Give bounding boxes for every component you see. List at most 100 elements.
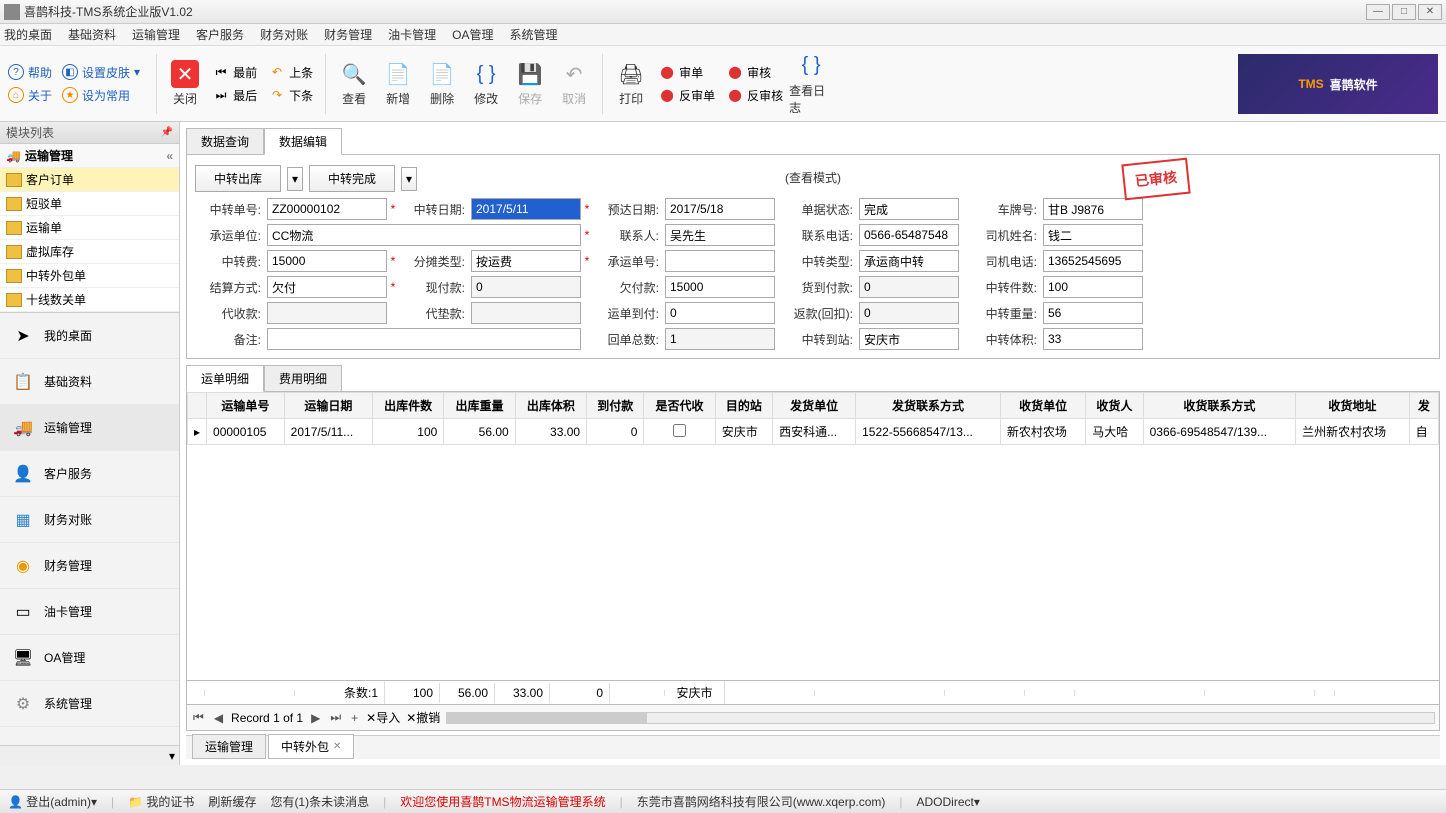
- detail-grid[interactable]: 运输单号运输日期出库件数出库重量出库体积到付款是否代收目的站发货单位发货联系方式…: [186, 391, 1440, 681]
- menu-item[interactable]: 运输管理: [132, 26, 180, 43]
- carrier-input[interactable]: [267, 224, 581, 246]
- sidebar-cat[interactable]: ➤我的桌面: [0, 313, 179, 359]
- reapprove-button[interactable]: ⬤反审核: [727, 87, 783, 104]
- sidebar-item[interactable]: 十线数关单: [0, 288, 179, 312]
- zstation-input[interactable]: [859, 328, 959, 350]
- col-header[interactable]: 收货单位: [1000, 393, 1085, 419]
- alloc-input[interactable]: [471, 250, 581, 272]
- col-header[interactable]: 发货联系方式: [856, 393, 1001, 419]
- import-button[interactable]: ✕导入: [366, 709, 400, 726]
- nav-next-icon[interactable]: ▶: [309, 711, 322, 725]
- col-header[interactable]: 出库件数: [372, 393, 443, 419]
- print-button[interactable]: 🖨打印: [609, 52, 653, 116]
- about-link[interactable]: ⌂关于: [8, 87, 52, 104]
- zvol-input[interactable]: [1043, 328, 1143, 350]
- setdefault-link[interactable]: ★设为常用: [62, 87, 140, 104]
- col-header[interactable]: 是否代收: [644, 393, 715, 419]
- pin-icon[interactable]: 📌: [161, 127, 173, 138]
- col-header[interactable]: 收货联系方式: [1143, 393, 1296, 419]
- tab-fee-detail[interactable]: 费用明细: [264, 365, 342, 392]
- col-header[interactable]: 发货单位: [773, 393, 856, 419]
- delete-button[interactable]: 📄删除: [420, 52, 464, 116]
- col-header[interactable]: 出库重量: [444, 393, 515, 419]
- credit-input[interactable]: [665, 276, 775, 298]
- chevron-down-icon[interactable]: ▾: [169, 749, 175, 763]
- sidebar-item[interactable]: 虚拟库存: [0, 240, 179, 264]
- audit-button[interactable]: ⬤审单: [659, 64, 715, 81]
- next-button[interactable]: ↷下条: [269, 87, 313, 104]
- add-button[interactable]: 📄新增: [376, 52, 420, 116]
- sidebar-cat[interactable]: ⚙系统管理: [0, 681, 179, 727]
- nav-add-icon[interactable]: +: [349, 711, 360, 725]
- refresh-link[interactable]: 刷新缓存: [208, 793, 256, 810]
- menu-item[interactable]: 财务管理: [324, 26, 372, 43]
- bottom-tab[interactable]: 中转外包✕: [268, 734, 354, 759]
- logout-link[interactable]: 👤 登出(admin)▾: [8, 793, 97, 810]
- transfer-out-button[interactable]: 中转出库: [195, 165, 281, 192]
- dphone-input[interactable]: [1043, 250, 1143, 272]
- first-button[interactable]: ⏮最前: [213, 64, 257, 81]
- bottom-tab[interactable]: 运输管理: [192, 734, 266, 759]
- eta-input[interactable]: [665, 198, 775, 220]
- checkbox[interactable]: [673, 424, 686, 437]
- close-window-button[interactable]: ✕: [1418, 4, 1442, 20]
- col-header[interactable]: 出库体积: [515, 393, 586, 419]
- nav-first-icon[interactable]: ⏮: [191, 710, 206, 725]
- sidebar-cat[interactable]: ▦财务对账: [0, 497, 179, 543]
- help-link[interactable]: ?帮助: [8, 64, 52, 81]
- tab-query[interactable]: 数据查询: [186, 128, 264, 155]
- col-header[interactable]: 运输日期: [284, 393, 372, 419]
- remark-input[interactable]: [267, 328, 581, 350]
- menu-item[interactable]: 基础资料: [68, 26, 116, 43]
- prev-button[interactable]: ↶上条: [269, 64, 313, 81]
- sidebar-item[interactable]: 客户订单: [0, 168, 179, 192]
- sidebar-cat[interactable]: ◉财务管理: [0, 543, 179, 589]
- freightcod-input[interactable]: [665, 302, 775, 324]
- table-row[interactable]: ▸000001052017/5/11...10056.0033.000安庆市西安…: [188, 419, 1439, 445]
- tab-waybill-detail[interactable]: 运单明细: [186, 365, 264, 392]
- zfee-input[interactable]: [267, 250, 387, 272]
- menu-item[interactable]: OA管理: [452, 26, 493, 43]
- sidebar-item[interactable]: 短驳单: [0, 192, 179, 216]
- menu-item[interactable]: 客户服务: [196, 26, 244, 43]
- close-tab-icon[interactable]: ✕: [333, 741, 341, 752]
- sidebar-cat[interactable]: 👤客户服务: [0, 451, 179, 497]
- menu-item[interactable]: 财务对账: [260, 26, 308, 43]
- menu-item[interactable]: 我的桌面: [4, 26, 52, 43]
- reaudit-button[interactable]: ⬤反审单: [659, 87, 715, 104]
- unread-msg[interactable]: 您有(1)条未读消息: [270, 793, 369, 810]
- nav-prev-icon[interactable]: ◀: [212, 711, 225, 725]
- transfer-done-button[interactable]: 中转完成: [309, 165, 395, 192]
- tab-edit[interactable]: 数据编辑: [264, 128, 342, 155]
- col-header[interactable]: 运输单号: [207, 393, 285, 419]
- close-button[interactable]: ✕关闭: [163, 52, 207, 116]
- company-link[interactable]: 东莞市喜鹊网络科技有限公司(www.xqerp.com): [637, 793, 886, 810]
- edit-button[interactable]: { }修改: [464, 52, 508, 116]
- view-button[interactable]: 🔍查看: [332, 52, 376, 116]
- sidebar-root[interactable]: 🚚运输管理«: [0, 144, 179, 168]
- cert-link[interactable]: 📁 我的证书: [128, 793, 194, 810]
- minimize-button[interactable]: —: [1366, 4, 1390, 20]
- last-button[interactable]: ⏭最后: [213, 87, 257, 104]
- scrollbar[interactable]: [446, 712, 1435, 724]
- transfer-no-input[interactable]: [267, 198, 387, 220]
- sidebar-cat[interactable]: 🖥OA管理: [0, 635, 179, 681]
- col-header[interactable]: 发: [1409, 393, 1438, 419]
- sidebar-item[interactable]: 运输单: [0, 216, 179, 240]
- status-input[interactable]: [859, 198, 959, 220]
- zweight-input[interactable]: [1043, 302, 1143, 324]
- plate-input[interactable]: [1043, 198, 1143, 220]
- driver-input[interactable]: [1043, 224, 1143, 246]
- ztype-input[interactable]: [859, 250, 959, 272]
- cno-input[interactable]: [665, 250, 775, 272]
- sidebar-item[interactable]: 中转外包单: [0, 264, 179, 288]
- col-header[interactable]: 收货地址: [1296, 393, 1409, 419]
- maximize-button[interactable]: □: [1392, 4, 1416, 20]
- sidebar-cat[interactable]: 🚚运输管理: [0, 405, 179, 451]
- phone-input[interactable]: [859, 224, 959, 246]
- nav-last-icon[interactable]: ⏭: [328, 710, 343, 725]
- undo-button[interactable]: ✕撤销: [406, 709, 440, 726]
- contact-input[interactable]: [665, 224, 775, 246]
- col-header[interactable]: 目的站: [715, 393, 772, 419]
- dropdown-icon[interactable]: ▾: [401, 167, 417, 191]
